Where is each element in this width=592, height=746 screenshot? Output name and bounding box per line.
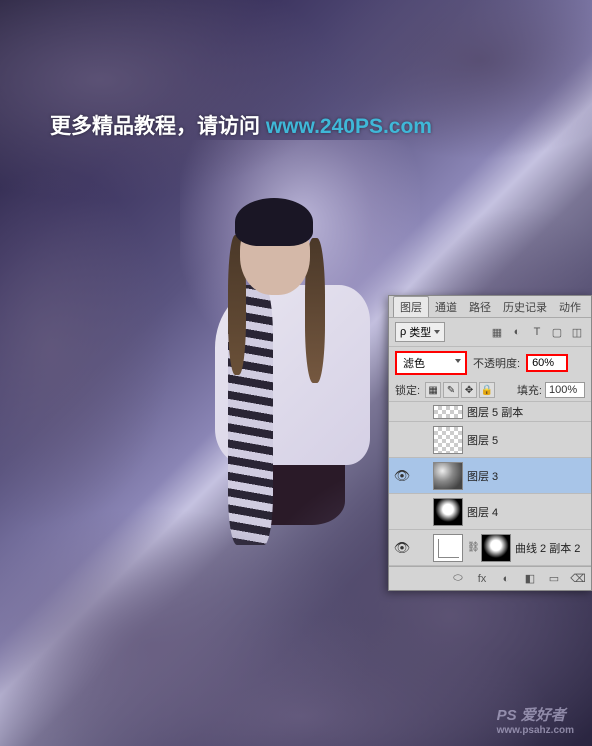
chevron-down-icon <box>434 330 440 334</box>
watermark-url: www.psahz.com <box>497 725 574 736</box>
layer-name[interactable]: 曲线 2 副本 2 <box>515 540 580 556</box>
layer-thumb <box>433 405 463 419</box>
banner-text: 更多精品教程，请访问 <box>50 115 266 138</box>
layer-thumb <box>433 498 463 526</box>
tab-layers[interactable]: 图层 <box>393 296 429 317</box>
tab-history[interactable]: 历史记录 <box>497 297 553 317</box>
link-layers-icon[interactable]: ⬭ <box>449 571 467 587</box>
fill-label: 填充: <box>517 382 542 398</box>
visibility-toggle[interactable] <box>393 431 411 449</box>
tab-paths[interactable]: 路径 <box>463 297 497 317</box>
watermark-logo: PS 爱好者 <box>497 707 566 724</box>
type-filter-label: 类型 <box>409 324 431 340</box>
blend-opacity-row: 滤色 不透明度: 60% <box>389 347 591 379</box>
lock-transparency-icon[interactable]: ▦ <box>425 382 441 398</box>
filter-pixel-icon[interactable]: ▦ <box>489 324 505 340</box>
layer-thumb <box>433 426 463 454</box>
layer-row-selected[interactable]: 👁 图层 3 <box>389 458 591 494</box>
tutorial-banner: 更多精品教程，请访问 www.240PS.com <box>50 110 432 140</box>
layer-row[interactable]: 👁 ⛓ 曲线 2 副本 2 <box>389 530 591 566</box>
layer-row[interactable]: 图层 5 <box>389 422 591 458</box>
panel-footer: ⬭ fx ◐ ◧ ▭ ⌫ <box>389 566 591 590</box>
fill-input[interactable]: 100% <box>545 382 585 398</box>
layers-list: 图层 5 副本 图层 5 👁 图层 3 图层 4 👁 ⛓ 曲线 2 副本 2 <box>389 402 591 566</box>
layer-row[interactable]: 图层 4 <box>389 494 591 530</box>
lock-all-icon[interactable]: 🔒 <box>479 382 495 398</box>
opacity-input[interactable]: 60% <box>526 354 568 372</box>
layer-name[interactable]: 图层 5 副本 <box>467 404 523 420</box>
layer-mask-icon[interactable]: ◐ <box>497 571 515 587</box>
layer-thumb-curve <box>433 534 463 562</box>
lock-icons: ▦ ✎ ✥ 🔒 <box>425 382 495 398</box>
new-layer-icon[interactable]: ▭ <box>545 571 563 587</box>
type-filter-row: ρ 类型 ▦ ◐ T ▢ ◫ <box>389 318 591 347</box>
layer-row-partial[interactable]: 图层 5 副本 <box>389 402 591 422</box>
layer-mask-thumb <box>481 534 511 562</box>
type-filter-select[interactable]: ρ 类型 <box>395 322 445 342</box>
lock-position-icon[interactable]: ✥ <box>461 382 477 398</box>
adjustment-layer-icon[interactable]: ◧ <box>521 571 539 587</box>
tab-channels[interactable]: 通道 <box>429 297 463 317</box>
layer-name[interactable]: 图层 3 <box>467 468 498 484</box>
lock-row: 锁定: ▦ ✎ ✥ 🔒 填充: 100% <box>389 379 591 402</box>
visibility-toggle[interactable] <box>393 403 411 421</box>
visibility-toggle[interactable]: 👁 <box>393 539 411 557</box>
link-icon: ⛓ <box>467 542 477 553</box>
opacity-label: 不透明度: <box>473 355 520 371</box>
delete-layer-icon[interactable]: ⌫ <box>569 571 587 587</box>
watermark: PS 爱好者 www.psahz.com <box>497 704 574 736</box>
filter-shape-icon[interactable]: ▢ <box>549 324 565 340</box>
layer-name[interactable]: 图层 5 <box>467 432 498 448</box>
layer-name[interactable]: 图层 4 <box>467 504 498 520</box>
filter-icons: ▦ ◐ T ▢ ◫ <box>489 324 585 340</box>
lock-pixels-icon[interactable]: ✎ <box>443 382 459 398</box>
panel-tabs: 图层 通道 路径 历史记录 动作 <box>389 296 591 318</box>
search-icon: ρ <box>400 326 406 338</box>
visibility-toggle[interactable] <box>393 503 411 521</box>
lock-label: 锁定: <box>395 382 420 398</box>
filter-text-icon[interactable]: T <box>529 324 545 340</box>
layer-fx-icon[interactable]: fx <box>473 571 491 587</box>
blend-mode-select[interactable]: 滤色 <box>395 351 467 375</box>
filter-smart-icon[interactable]: ◫ <box>569 324 585 340</box>
layer-thumb <box>433 462 463 490</box>
visibility-toggle[interactable]: 👁 <box>393 467 411 485</box>
banner-url: www.240PS.com <box>266 115 432 138</box>
tab-actions[interactable]: 动作 <box>553 297 587 317</box>
filter-adjust-icon[interactable]: ◐ <box>509 324 525 340</box>
layers-panel: 图层 通道 路径 历史记录 动作 ρ 类型 ▦ ◐ T ▢ ◫ 滤色 不透明度:… <box>388 295 592 591</box>
